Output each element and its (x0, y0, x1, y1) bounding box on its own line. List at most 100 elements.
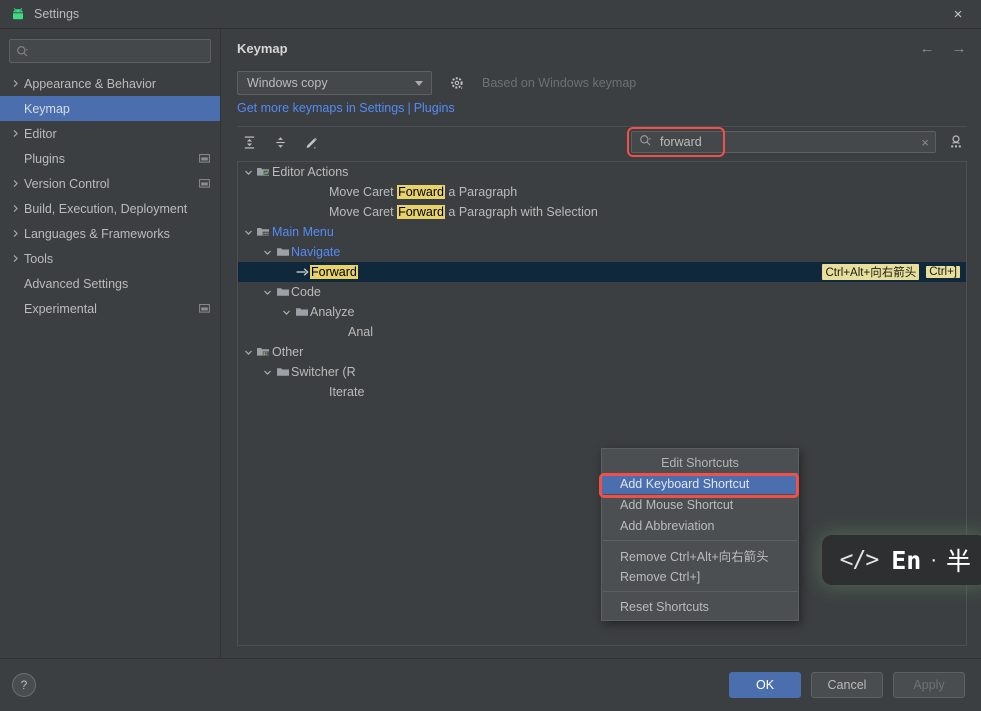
search-icon (16, 45, 29, 58)
dialog-footer: ? OK Cancel Apply (0, 658, 981, 711)
page-title: Keymap (237, 40, 288, 56)
folder-menu-icon (255, 225, 272, 239)
sidebar-item-tools[interactable]: Tools (0, 246, 220, 271)
shortcut-badge-group: Ctrl+Alt+向右箭头 Ctrl+] (822, 264, 960, 280)
folder-icon (274, 285, 291, 299)
menu-item-add-keyboard-shortcut[interactable]: Add Keyboard Shortcut (602, 473, 798, 494)
search-match-highlight: Forward (310, 265, 358, 279)
external-window-icon (199, 303, 210, 314)
tree-row[interactable]: Main Menu (238, 222, 966, 242)
get-more-keymaps-link[interactable]: Get more keymaps in Settings (237, 101, 404, 115)
sidebar-item-label: Editor (24, 126, 57, 141)
sidebar-item-label: Advanced Settings (24, 276, 129, 291)
sidebar-item-label: Version Control (24, 176, 110, 191)
sidebar-search-input[interactable] (29, 43, 204, 59)
tree-row[interactable]: Move Caret Forward a Paragraph with Sele… (238, 202, 966, 222)
tree-label-suffix: a Paragraph (444, 185, 518, 199)
chevron-down-icon[interactable] (261, 248, 274, 257)
gear-icon[interactable] (446, 72, 468, 94)
tree-row[interactable]: Other (238, 342, 966, 362)
shortcut-context-menu: Edit Shortcuts Add Keyboard Shortcut Add M… (599, 448, 799, 621)
expand-all-icon[interactable] (239, 132, 259, 152)
sidebar-item-label: Keymap (24, 101, 70, 116)
tree-row[interactable]: Iterate (238, 382, 966, 402)
menu-item-edit-shortcuts[interactable]: Edit Shortcuts (602, 452, 798, 473)
arrow-right-icon (293, 266, 310, 278)
chevron-right-icon (8, 79, 22, 88)
keymap-select[interactable]: Windows copy (237, 71, 432, 95)
forward-arrow-icon[interactable]: → (951, 41, 967, 56)
chevron-down-icon[interactable] (261, 368, 274, 377)
chevron-down-icon[interactable] (242, 168, 255, 177)
cancel-button[interactable]: Cancel (811, 672, 883, 698)
get-more-keymaps-row: Get more keymaps in Settings | Plugins (237, 96, 967, 120)
keymap-find-field[interactable]: forward × (627, 127, 936, 157)
sidebar-item-advanced-settings[interactable]: Advanced Settings (0, 271, 220, 296)
chevron-right-icon (8, 254, 22, 263)
sidebar-search[interactable] (9, 39, 211, 63)
sidebar-item-experimental[interactable]: Experimental (0, 296, 220, 321)
tree-item-label: Code (291, 285, 321, 299)
content-header: Keymap ← → (237, 29, 967, 67)
tree-row[interactable]: Anal (238, 322, 966, 342)
sidebar-item-version-control[interactable]: Version Control (0, 171, 220, 196)
ime-dot-separator: · (930, 548, 937, 571)
tree-item-label: Move Caret Forward a Paragraph (329, 185, 517, 199)
clear-icon[interactable]: × (921, 136, 929, 149)
menu-separator (603, 540, 797, 541)
sidebar-item-appearance-behavior[interactable]: Appearance & Behavior (0, 71, 220, 96)
tree-item-label: Forward (310, 265, 358, 279)
sidebar-item-build-execution-deployment[interactable]: Build, Execution, Deployment (0, 196, 220, 221)
settings-window: Settings × Appearance & Behavior Keymap Ed… (0, 0, 981, 711)
sidebar-item-keymap[interactable]: Keymap (0, 96, 220, 121)
chevron-down-icon[interactable] (242, 228, 255, 237)
plugins-link[interactable]: Plugins (414, 101, 455, 115)
chevron-right-icon (8, 129, 22, 138)
menu-separator (603, 591, 797, 592)
menu-item-remove-ctrl[interactable]: Remove Ctrl+] (602, 566, 798, 587)
sidebar-item-languages-frameworks[interactable]: Languages & Frameworks (0, 221, 220, 246)
tree-row[interactable]: Move Caret Forward a Paragraph (238, 182, 966, 202)
chevron-down-icon[interactable] (242, 348, 255, 357)
menu-item-add-mouse-shortcut[interactable]: Add Mouse Shortcut (602, 494, 798, 515)
tree-row[interactable]: Code (238, 282, 966, 302)
edit-pencil-icon[interactable] (301, 132, 321, 152)
ime-width-mode-label: 半 (945, 548, 971, 576)
tree-item-label: Other (272, 345, 304, 359)
apply-button[interactable]: Apply (893, 672, 965, 698)
tree-label-prefix: Move Caret (329, 205, 398, 219)
tree-item-label: Move Caret Forward a Paragraph with Sele… (329, 205, 598, 219)
sidebar-item-plugins[interactable]: Plugins (0, 146, 220, 171)
tree-row[interactable]: Forward Ctrl+Alt+向右箭头 Ctrl+] (238, 262, 966, 282)
tree-item-label: Editor Actions (272, 165, 349, 179)
chevron-right-icon (8, 229, 22, 238)
keymap-find-value: forward (660, 135, 702, 149)
tree-row[interactable]: Navigate (238, 242, 966, 262)
folder-icon (274, 245, 291, 259)
collapse-all-icon[interactable] (270, 132, 290, 152)
shortcut-badge: Ctrl+] (926, 266, 960, 278)
tree-row[interactable]: Switcher (R (238, 362, 966, 382)
tree-item-label: Main Menu (272, 225, 334, 239)
ime-status-widget: </> En · 半 (821, 535, 981, 585)
sidebar-item-editor[interactable]: Editor (0, 121, 220, 146)
tree-item-label: Navigate (291, 245, 341, 259)
help-button[interactable]: ? (12, 673, 36, 697)
keymap-select-value: Windows copy (247, 76, 328, 90)
chevron-down-icon[interactable] (280, 308, 293, 317)
sidebar-item-label: Appearance & Behavior (24, 76, 157, 91)
ok-button[interactable]: OK (729, 672, 801, 698)
chevron-down-icon[interactable] (261, 288, 274, 297)
chevron-right-icon (8, 179, 22, 188)
sidebar-item-label: Tools (24, 251, 54, 266)
menu-item-remove-ctrl-alt[interactable]: Remove Ctrl+Alt+向右箭头 (602, 545, 798, 566)
back-arrow-icon[interactable]: ← (919, 41, 935, 56)
find-by-shortcut-icon[interactable] (945, 131, 967, 153)
tree-item-label: Analyze (310, 305, 355, 319)
menu-item-reset-shortcuts[interactable]: Reset Shortcuts (602, 596, 798, 617)
menu-item-add-abbreviation[interactable]: Add Abbreviation (602, 515, 798, 536)
tree-row[interactable]: Analyze (238, 302, 966, 322)
tree-row[interactable]: Editor Actions (238, 162, 966, 182)
tree-label-suffix: a Paragraph with Selection (444, 205, 598, 219)
close-icon[interactable]: × (935, 0, 981, 28)
